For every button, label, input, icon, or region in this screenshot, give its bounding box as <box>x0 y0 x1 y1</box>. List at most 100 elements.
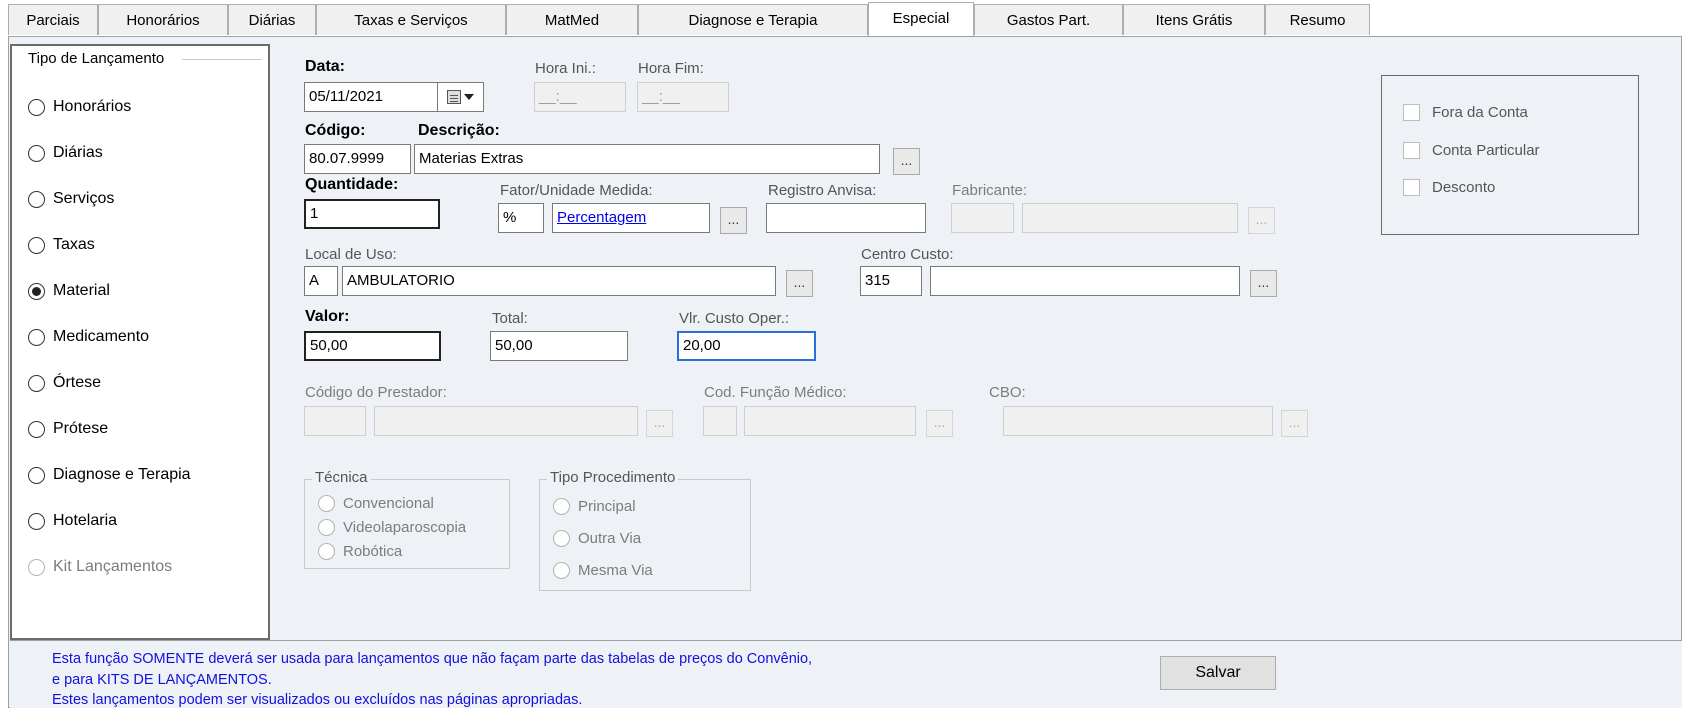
tab-taxas-servicos[interactable]: Taxas e Serviços <box>316 4 506 35</box>
info-note-line-2: e para KITS DE LANÇAMENTOS. <box>52 672 272 688</box>
radio-checked-icon <box>28 282 45 300</box>
radio-diarias[interactable]: Diárias <box>28 144 103 162</box>
info-note-line-1: Esta função SOMENTE deverá ser usada par… <box>52 651 813 667</box>
cbo-input[interactable] <box>1003 406 1273 436</box>
radio-circle-icon <box>28 374 45 392</box>
fator-lookup-button[interactable]: ... <box>720 207 747 234</box>
centro-custo-code-input[interactable]: 315 <box>860 266 922 296</box>
hora-fim-input[interactable]: __:__ <box>637 82 729 112</box>
tab-resumo[interactable]: Resumo <box>1265 4 1370 35</box>
cod-funcao-medico-label: Cod. Função Médico: <box>704 384 847 401</box>
fabricante-label: Fabricante: <box>952 182 1028 199</box>
tab-parciais[interactable]: Parciais <box>8 4 98 35</box>
radio-circle-icon <box>318 519 335 536</box>
date-picker-button[interactable] <box>438 82 484 112</box>
salvar-button[interactable]: Salvar <box>1160 656 1276 690</box>
radio-robotica: Robótica <box>318 543 402 560</box>
tab-diagnose-terapia[interactable]: Diagnose e Terapia <box>638 4 868 35</box>
tab-matmed[interactable]: MatMed <box>506 4 638 35</box>
radio-circle-icon <box>553 530 570 547</box>
radio-hotelaria[interactable]: Hotelaria <box>28 512 117 530</box>
total-input[interactable]: 50,00 <box>490 331 628 361</box>
hora-fim-label: Hora Fim: <box>638 60 704 77</box>
funcao-name-input[interactable] <box>744 406 916 436</box>
radio-circle-icon <box>28 558 45 576</box>
vlr-custo-oper-input[interactable]: 20,00 <box>677 331 816 361</box>
data-label: Data: <box>305 58 346 75</box>
codigo-label: Código: <box>305 122 366 139</box>
descricao-label: Descrição: <box>418 122 500 139</box>
radio-servicos[interactable]: Serviços <box>28 190 114 208</box>
radio-circle-icon <box>28 466 45 484</box>
radio-circle-icon <box>28 144 45 162</box>
valor-label: Valor: <box>305 308 350 325</box>
tab-especial[interactable]: Especial <box>868 2 974 36</box>
centro-custo-name-input[interactable] <box>930 266 1240 296</box>
radio-principal: Principal <box>553 498 636 515</box>
quantidade-input[interactable]: 1 <box>304 199 440 229</box>
valor-input[interactable]: 50,00 <box>304 331 441 361</box>
tipo-lancamento-panel: Tipo de Lançamento Honorários Diárias Se… <box>10 44 270 640</box>
tecnica-title: Técnica <box>312 469 371 486</box>
cbo-lookup-button[interactable]: ... <box>1281 410 1308 437</box>
descricao-input[interactable]: Materias Extras <box>414 144 880 174</box>
calendar-icon <box>447 90 461 104</box>
centro-custo-lookup-button[interactable]: ... <box>1250 270 1277 297</box>
vlr-custo-oper-label: Vlr. Custo Oper.: <box>679 310 790 327</box>
tab-diarias[interactable]: Diárias <box>228 4 316 35</box>
radio-kit-lancamentos: Kit Lançamentos <box>28 558 172 576</box>
fabricante-lookup-button[interactable]: ... <box>1248 207 1275 234</box>
dropdown-arrow-icon <box>464 94 474 100</box>
prestador-lookup-button[interactable]: ... <box>646 410 673 437</box>
radio-videolaparoscopia: Videolaparoscopia <box>318 519 466 536</box>
group-line <box>182 59 262 60</box>
tab-gastos-part[interactable]: Gastos Part. <box>974 4 1123 35</box>
local-uso-code-input[interactable]: A <box>304 266 338 296</box>
radio-ortese[interactable]: Órtese <box>28 374 101 392</box>
data-input[interactable]: 05/11/2021 <box>304 82 438 112</box>
hora-ini-input[interactable]: __:__ <box>534 82 626 112</box>
checkbox-icon <box>1403 104 1420 121</box>
radio-circle-icon <box>28 328 45 346</box>
funcao-code-input[interactable] <box>703 406 737 436</box>
radio-circle-icon <box>28 512 45 530</box>
fabricante-name-input[interactable] <box>1022 203 1238 233</box>
radio-circle-icon <box>28 236 45 254</box>
fator-symbol-input[interactable]: % <box>498 203 544 233</box>
radio-circle-icon <box>553 562 570 579</box>
fabricante-code-input[interactable] <box>951 203 1014 233</box>
local-uso-name-input[interactable]: AMBULATORIO <box>342 266 776 296</box>
fator-unidade-link[interactable]: Percentagem <box>557 209 646 226</box>
prestador-code-input[interactable] <box>304 406 366 436</box>
hora-ini-label: Hora Ini.: <box>535 60 596 77</box>
tab-honorarios[interactable]: Honorários <box>98 4 228 35</box>
radio-circle-icon <box>28 98 45 116</box>
tipo-lancamento-title: Tipo de Lançamento <box>28 50 165 67</box>
prestador-name-input[interactable] <box>374 406 638 436</box>
checkbox-fora-da-conta[interactable]: Fora da Conta <box>1403 104 1528 121</box>
descricao-lookup-button[interactable]: ... <box>893 148 920 175</box>
radio-medicamento[interactable]: Medicamento <box>28 328 149 346</box>
codigo-input[interactable]: 80.07.9999 <box>304 144 411 174</box>
radio-mesma-via: Mesma Via <box>553 562 653 579</box>
quantidade-label: Quantidade: <box>305 176 399 193</box>
radio-circle-icon <box>28 420 45 438</box>
funcao-lookup-button[interactable]: ... <box>926 410 953 437</box>
fator-unidade-field[interactable]: Percentagem <box>552 203 710 233</box>
checkbox-conta-particular[interactable]: Conta Particular <box>1403 142 1540 159</box>
radio-taxas[interactable]: Taxas <box>28 236 95 254</box>
radio-circle-icon <box>318 495 335 512</box>
checkbox-icon <box>1403 179 1420 196</box>
radio-material[interactable]: Material <box>28 282 110 300</box>
centro-custo-label: Centro Custo: <box>861 246 954 263</box>
radio-outra-via: Outra Via <box>553 530 641 547</box>
radio-protese[interactable]: Prótese <box>28 420 108 438</box>
cbo-label: CBO: <box>989 384 1026 401</box>
checkbox-desconto[interactable]: Desconto <box>1403 179 1495 196</box>
registro-anvisa-input[interactable] <box>766 203 926 233</box>
tab-itens-gratis[interactable]: Itens Grátis <box>1123 4 1265 35</box>
radio-circle-icon <box>28 190 45 208</box>
radio-honorarios[interactable]: Honorários <box>28 98 131 116</box>
local-uso-lookup-button[interactable]: ... <box>786 270 813 297</box>
radio-diagnose-terapia[interactable]: Diagnose e Terapia <box>28 466 191 484</box>
